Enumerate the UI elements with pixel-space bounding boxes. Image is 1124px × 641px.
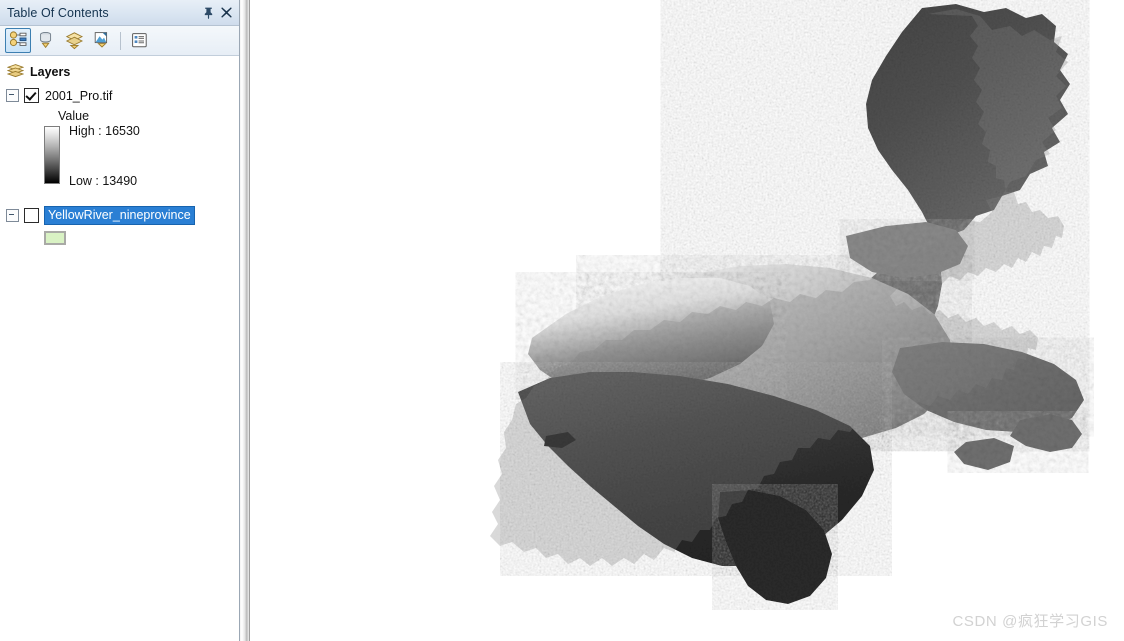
layers-root-label: Layers: [30, 65, 71, 79]
options-list-icon[interactable]: [126, 28, 152, 53]
layer-visibility-checkbox-raster[interactable]: [24, 88, 39, 103]
panel-title-bar: Table Of Contents: [0, 0, 239, 26]
table-of-contents-panel: Table Of Contents Layers 2001_Pro.tif Va…: [0, 0, 240, 641]
polygon-symbol-swatch[interactable]: [44, 231, 66, 245]
expand-collapse-vector-icon[interactable]: [6, 209, 19, 222]
list-by-source-button[interactable]: [33, 28, 59, 53]
legend-low-label: Low : 13490: [69, 173, 138, 188]
layer-visibility-checkbox-vector[interactable]: [24, 208, 39, 223]
layer-name-raster[interactable]: 2001_Pro.tif: [45, 89, 112, 103]
legend-ramp-labels: High : 16530 Low : 13490: [69, 124, 140, 187]
layer-tree[interactable]: Layers 2001_Pro.tif Value High : 16530 L…: [0, 56, 239, 641]
layer-name-vector[interactable]: YellowRiver_nineprovince: [44, 206, 195, 225]
pin-icon[interactable]: [199, 4, 217, 22]
map-view[interactable]: CSDN @疯狂学习GIS: [250, 0, 1124, 641]
watermark-label: CSDN @疯狂学习GIS: [952, 613, 1108, 630]
close-icon[interactable]: [217, 4, 235, 22]
layer-row-raster[interactable]: 2001_Pro.tif: [0, 86, 239, 105]
expand-collapse-raster-icon[interactable]: [6, 89, 19, 102]
panel-splitter[interactable]: [240, 0, 250, 641]
legend-ramp-row: High : 16530 Low : 13490: [44, 124, 239, 187]
legend-high-label: High : 16530: [69, 124, 140, 138]
arcmap-window: Table Of Contents Layers 2001_Pro.tif Va…: [0, 0, 1124, 641]
legend-field-label: Value: [58, 109, 90, 123]
layers-stack-icon: [6, 63, 25, 81]
raster-layer-display: [250, 0, 1124, 641]
raster-legend: Value High : 16530 Low : 13490: [0, 109, 239, 187]
list-by-selection-button[interactable]: [89, 28, 115, 53]
vector-legend: [0, 231, 239, 245]
layer-row-vector[interactable]: YellowRiver_nineprovince: [0, 206, 239, 225]
list-by-visibility-button[interactable]: [61, 28, 87, 53]
panel-title: Table Of Contents: [7, 5, 109, 20]
toc-toolbar: [0, 26, 239, 56]
list-by-drawing-order-button[interactable]: [5, 28, 31, 53]
toolbar-separator: [120, 31, 121, 50]
tree-root-layers[interactable]: Layers: [0, 62, 239, 82]
color-ramp-swatch: [44, 126, 60, 184]
